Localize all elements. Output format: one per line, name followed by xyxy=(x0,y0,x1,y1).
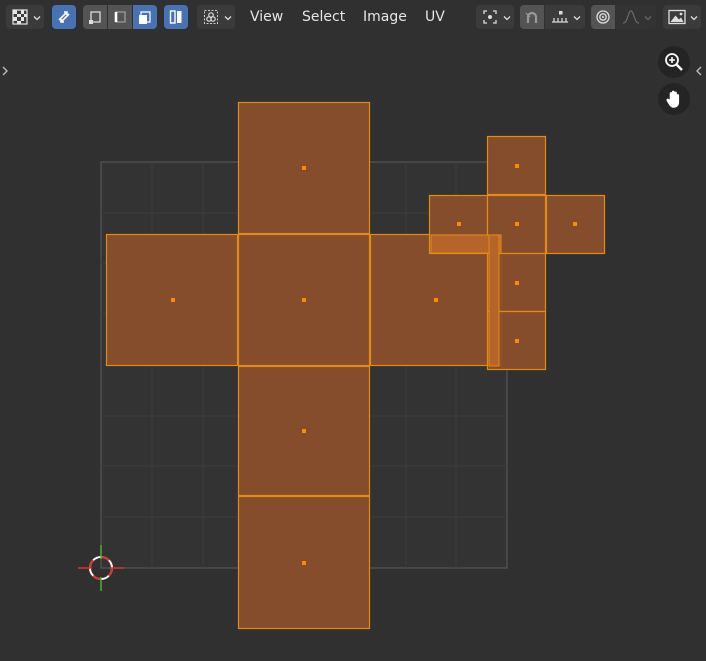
uv-editor-viewport[interactable] xyxy=(0,35,706,661)
snap-increment-icon xyxy=(552,11,568,23)
chevron-down-icon xyxy=(33,16,41,21)
edge-select-mode-icon xyxy=(114,11,126,23)
sticky-selection-dropdown[interactable] xyxy=(197,5,235,29)
pan-button[interactable] xyxy=(658,83,690,115)
snap-target-dropdown[interactable] xyxy=(545,5,585,29)
uv-face-dot xyxy=(515,339,519,343)
vertex-select-mode-icon xyxy=(89,11,101,24)
vertex-select-mode-button[interactable] xyxy=(83,5,107,29)
sync-selection-icon xyxy=(58,11,70,23)
menu-select[interactable]: Select xyxy=(298,5,349,29)
uv-editor-header: View Select Image UV xyxy=(0,0,706,35)
toolbar-expand-arrow-icon[interactable] xyxy=(0,65,10,77)
sync-selection-button[interactable] xyxy=(52,5,76,29)
uv-face-dot xyxy=(515,281,519,285)
uv-face-dot xyxy=(302,298,306,302)
snap-magnet-icon xyxy=(525,11,538,23)
pivot-point-dropdown[interactable] xyxy=(476,5,514,29)
chevron-down-icon xyxy=(573,16,581,21)
chevron-down-icon xyxy=(690,16,698,21)
snap-toggle-button[interactable] xyxy=(520,5,544,29)
uv-face-dot xyxy=(457,222,461,226)
menu-image[interactable]: Image xyxy=(359,5,411,29)
image-browse-icon xyxy=(668,9,686,25)
falloff-curve-icon xyxy=(622,10,640,24)
zoom-button[interactable] xyxy=(658,46,690,78)
pan-hand-icon xyxy=(666,90,680,108)
uv-face-dot xyxy=(302,561,306,565)
proportional-editing-button[interactable] xyxy=(591,5,615,29)
chevron-down-icon xyxy=(224,16,232,21)
uv-face-dot xyxy=(515,164,519,168)
face-select-mode-icon xyxy=(139,11,151,24)
uv-editor-icon xyxy=(12,9,28,25)
uv-face-dot xyxy=(302,166,306,170)
sidebar-expand-arrow-icon[interactable] xyxy=(694,65,704,77)
pivot-point-icon xyxy=(483,10,497,24)
edge-select-mode-button[interactable] xyxy=(108,5,132,29)
zoom-in-icon xyxy=(665,53,683,71)
image-browse-dropdown[interactable] xyxy=(663,5,701,29)
menu-view[interactable]: View xyxy=(246,5,287,29)
uv-face-dot xyxy=(434,298,438,302)
face-select-mode-button[interactable] xyxy=(133,5,157,29)
uv-face-overlap xyxy=(488,234,500,367)
island-select-mode-icon xyxy=(169,10,182,24)
chevron-down-icon xyxy=(503,16,511,21)
uv-face-dot xyxy=(171,298,175,302)
uv-face-dot xyxy=(573,222,577,226)
sticky-selection-icon xyxy=(204,10,218,24)
uv-face-dot xyxy=(515,222,519,226)
uv-canvas[interactable] xyxy=(0,35,706,661)
falloff-dropdown[interactable] xyxy=(616,5,656,29)
proportional-editing-icon xyxy=(596,10,610,24)
editor-type-button[interactable] xyxy=(6,5,44,29)
island-select-mode-button[interactable] xyxy=(164,5,188,29)
uv-face-dot xyxy=(302,429,306,433)
chevron-down-icon xyxy=(644,16,652,21)
menu-uv[interactable]: UV xyxy=(421,5,449,29)
